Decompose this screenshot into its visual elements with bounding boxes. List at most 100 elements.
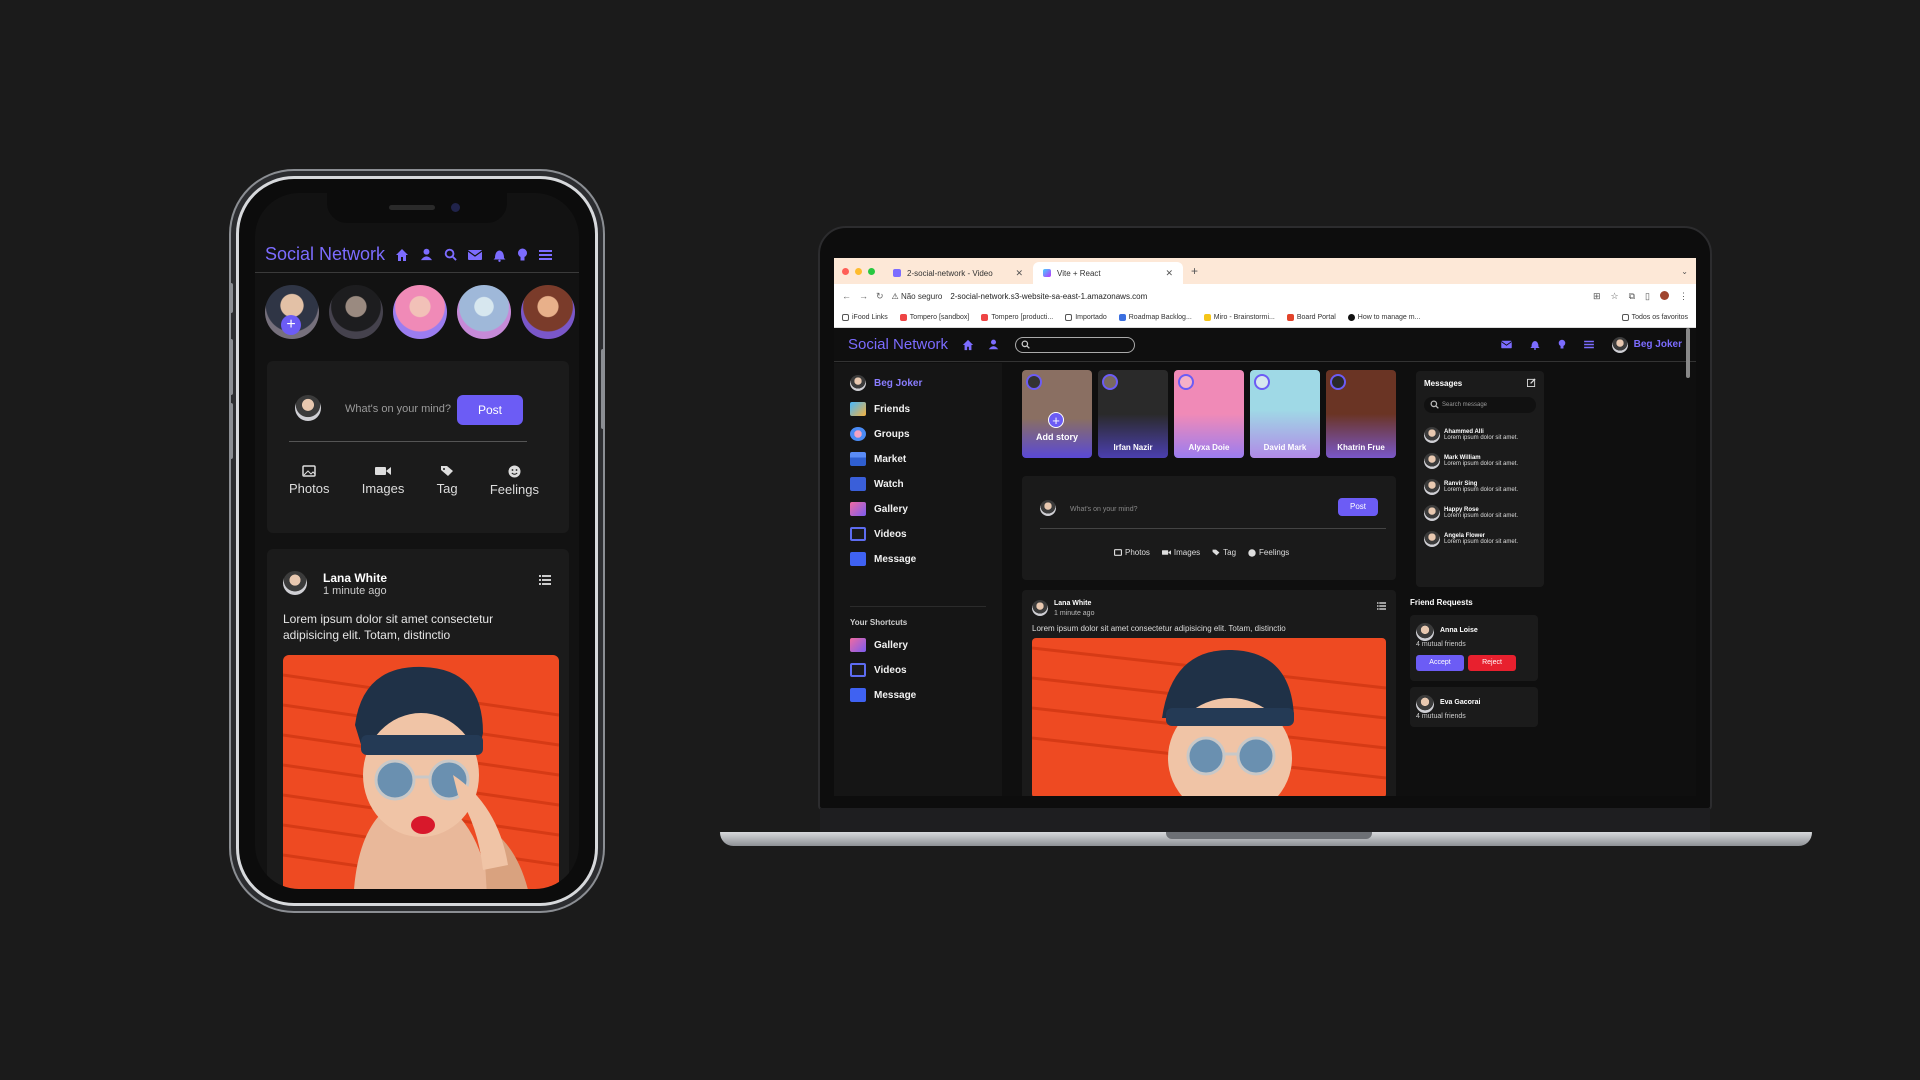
compose-box: What's on your mind? Post Photos Images … bbox=[1022, 476, 1396, 580]
photos-button[interactable]: Photos bbox=[289, 465, 329, 497]
menu-icon[interactable] bbox=[539, 249, 553, 261]
bell-icon[interactable] bbox=[493, 248, 506, 262]
message-item[interactable]: Ranvir Sing Lorem ipsum dolor sit amet. bbox=[1424, 479, 1518, 495]
close-window-button[interactable] bbox=[842, 267, 849, 275]
kebab-menu-icon[interactable]: ⋮ bbox=[1679, 291, 1688, 302]
post-author[interactable]: Lana White bbox=[323, 571, 387, 585]
tab-search-chevron-icon[interactable]: ⌄ bbox=[1681, 267, 1688, 276]
bookmark-star-icon[interactable]: ☆ bbox=[1611, 291, 1619, 302]
message-item[interactable]: Mark William Lorem ipsum dolor sit amet. bbox=[1424, 453, 1518, 469]
post-button[interactable]: Post bbox=[1338, 498, 1378, 516]
sidebar-item-market[interactable]: Market bbox=[850, 452, 906, 466]
extensions-icon[interactable]: ⧉ bbox=[1629, 291, 1635, 302]
bookmark-item[interactable]: iFood Links bbox=[842, 314, 888, 321]
feelings-button[interactable]: Feelings bbox=[490, 465, 539, 497]
shortcut-videos[interactable]: Videos bbox=[850, 663, 907, 677]
compose-input[interactable]: What's on your mind? bbox=[1070, 506, 1137, 513]
sidebar-item-groups[interactable]: Groups bbox=[850, 427, 910, 441]
mail-icon[interactable] bbox=[1500, 340, 1512, 349]
browser-tab-active[interactable]: Vite + React ✕ bbox=[1033, 262, 1183, 284]
brand-logo[interactable]: Social Network bbox=[265, 244, 385, 265]
feelings-button[interactable]: Feelings bbox=[1248, 548, 1289, 557]
post-button[interactable]: Post bbox=[457, 395, 523, 425]
forward-icon[interactable]: → bbox=[859, 291, 868, 301]
list-icon[interactable] bbox=[539, 575, 551, 585]
add-story-card[interactable]: + Add story bbox=[1022, 370, 1092, 458]
bookmark-item[interactable]: Roadmap Backlog... bbox=[1118, 314, 1192, 321]
message-item[interactable]: Angela Flower Lorem ipsum dolor sit amet. bbox=[1424, 531, 1518, 547]
post-image[interactable] bbox=[283, 655, 559, 889]
home-icon[interactable] bbox=[962, 339, 974, 351]
list-icon[interactable] bbox=[1377, 602, 1386, 610]
search-input[interactable] bbox=[1015, 336, 1136, 353]
bell-icon[interactable] bbox=[1530, 339, 1540, 350]
story-avatar[interactable] bbox=[393, 285, 447, 339]
all-bookmarks[interactable]: Todos os favoritos bbox=[1621, 314, 1688, 321]
brand-logo[interactable]: Social Network bbox=[848, 336, 948, 353]
translate-icon[interactable]: ⊞ bbox=[1593, 291, 1601, 302]
user-icon[interactable] bbox=[420, 248, 433, 261]
photos-button[interactable]: Photos bbox=[1114, 548, 1150, 557]
not-secure-indicator[interactable]: ⚠ Não seguro bbox=[892, 292, 943, 301]
user-icon[interactable] bbox=[988, 339, 999, 350]
story-card[interactable]: David Mark bbox=[1250, 370, 1320, 458]
bookmark-item[interactable]: Tompero [producti... bbox=[981, 314, 1053, 321]
bookmark-item[interactable]: Miro - Brainstormi... bbox=[1203, 314, 1275, 321]
sidebar-item-gallery[interactable]: Gallery bbox=[850, 502, 908, 516]
message-item[interactable]: Happy Rose Lorem ipsum dolor sit amet. bbox=[1424, 505, 1518, 521]
post-author[interactable]: Lana White bbox=[1054, 600, 1091, 607]
bookmark-item[interactable]: Tompero [sandbox] bbox=[899, 314, 969, 321]
bookmark-item[interactable]: Board Portal bbox=[1286, 314, 1336, 321]
accept-button[interactable]: Accept bbox=[1416, 655, 1464, 671]
add-story-avatar[interactable]: + bbox=[265, 285, 319, 339]
bookmark-item[interactable]: Importado bbox=[1065, 314, 1107, 321]
tag-button[interactable]: Tag bbox=[437, 465, 458, 497]
page-scrollbar[interactable] bbox=[1686, 328, 1690, 378]
mail-icon[interactable] bbox=[468, 249, 483, 261]
profile-avatar-icon[interactable] bbox=[1660, 290, 1669, 300]
bulb-icon[interactable] bbox=[517, 248, 528, 262]
compose-input[interactable]: What's on your mind? bbox=[345, 403, 451, 415]
profile-menu[interactable]: Beg Joker bbox=[1611, 336, 1682, 353]
edit-icon[interactable] bbox=[1527, 378, 1536, 387]
sidepanel-icon[interactable]: ▯ bbox=[1645, 291, 1650, 302]
story-card[interactable]: Irfan Nazir bbox=[1098, 370, 1168, 458]
images-button[interactable]: Images bbox=[362, 465, 404, 497]
story-avatar[interactable] bbox=[329, 285, 383, 339]
message-item[interactable]: Ahammed Alli Lorem ipsum dolor sit amet. bbox=[1424, 427, 1518, 443]
new-tab-button[interactable]: + bbox=[1183, 264, 1206, 278]
sidebar-item-friends[interactable]: Friends bbox=[850, 402, 910, 416]
close-tab-icon[interactable]: ✕ bbox=[1165, 268, 1173, 279]
reject-button[interactable]: Reject bbox=[1468, 655, 1516, 671]
sidebar-item-message[interactable]: Message bbox=[850, 552, 916, 566]
search-icon[interactable] bbox=[444, 248, 457, 261]
close-tab-icon[interactable]: ✕ bbox=[1015, 268, 1023, 279]
plus-icon[interactable]: + bbox=[1048, 412, 1064, 428]
story-avatar[interactable] bbox=[457, 285, 511, 339]
url-field[interactable]: 2-social-network.s3-website-sa-east-1.am… bbox=[950, 292, 1147, 301]
message-search-input[interactable]: Search message bbox=[1424, 397, 1536, 413]
sidebar-item-watch[interactable]: Watch bbox=[850, 477, 904, 491]
minimize-window-button[interactable] bbox=[855, 267, 862, 275]
plus-icon[interactable]: + bbox=[281, 315, 301, 335]
back-icon[interactable]: ← bbox=[842, 291, 851, 301]
shortcut-message[interactable]: Message bbox=[850, 688, 916, 702]
bulb-icon[interactable] bbox=[1558, 339, 1566, 350]
post-image[interactable] bbox=[1032, 638, 1386, 796]
story-card[interactable]: Alyxa Doie bbox=[1174, 370, 1244, 458]
tag-button[interactable]: Tag bbox=[1212, 548, 1236, 557]
maximize-window-button[interactable] bbox=[868, 267, 875, 275]
menu-icon[interactable] bbox=[1583, 340, 1594, 349]
reload-icon[interactable]: ↻ bbox=[876, 291, 884, 302]
story-avatar[interactable] bbox=[521, 285, 575, 339]
bookmark-item[interactable]: How to manage m... bbox=[1347, 314, 1420, 321]
requester-name[interactable]: Anna Loise bbox=[1440, 627, 1478, 634]
requester-name[interactable]: Eva Gacorai bbox=[1440, 699, 1480, 706]
browser-tab[interactable]: 2-social-network - Video ✕ bbox=[883, 262, 1033, 284]
sidebar-profile[interactable]: Beg Joker bbox=[850, 375, 922, 391]
images-button[interactable]: Images bbox=[1161, 548, 1200, 557]
story-card[interactable]: Khatrin Frue bbox=[1326, 370, 1396, 458]
shortcut-gallery[interactable]: Gallery bbox=[850, 638, 908, 652]
sidebar-item-videos[interactable]: Videos bbox=[850, 527, 907, 541]
home-icon[interactable] bbox=[395, 248, 409, 262]
